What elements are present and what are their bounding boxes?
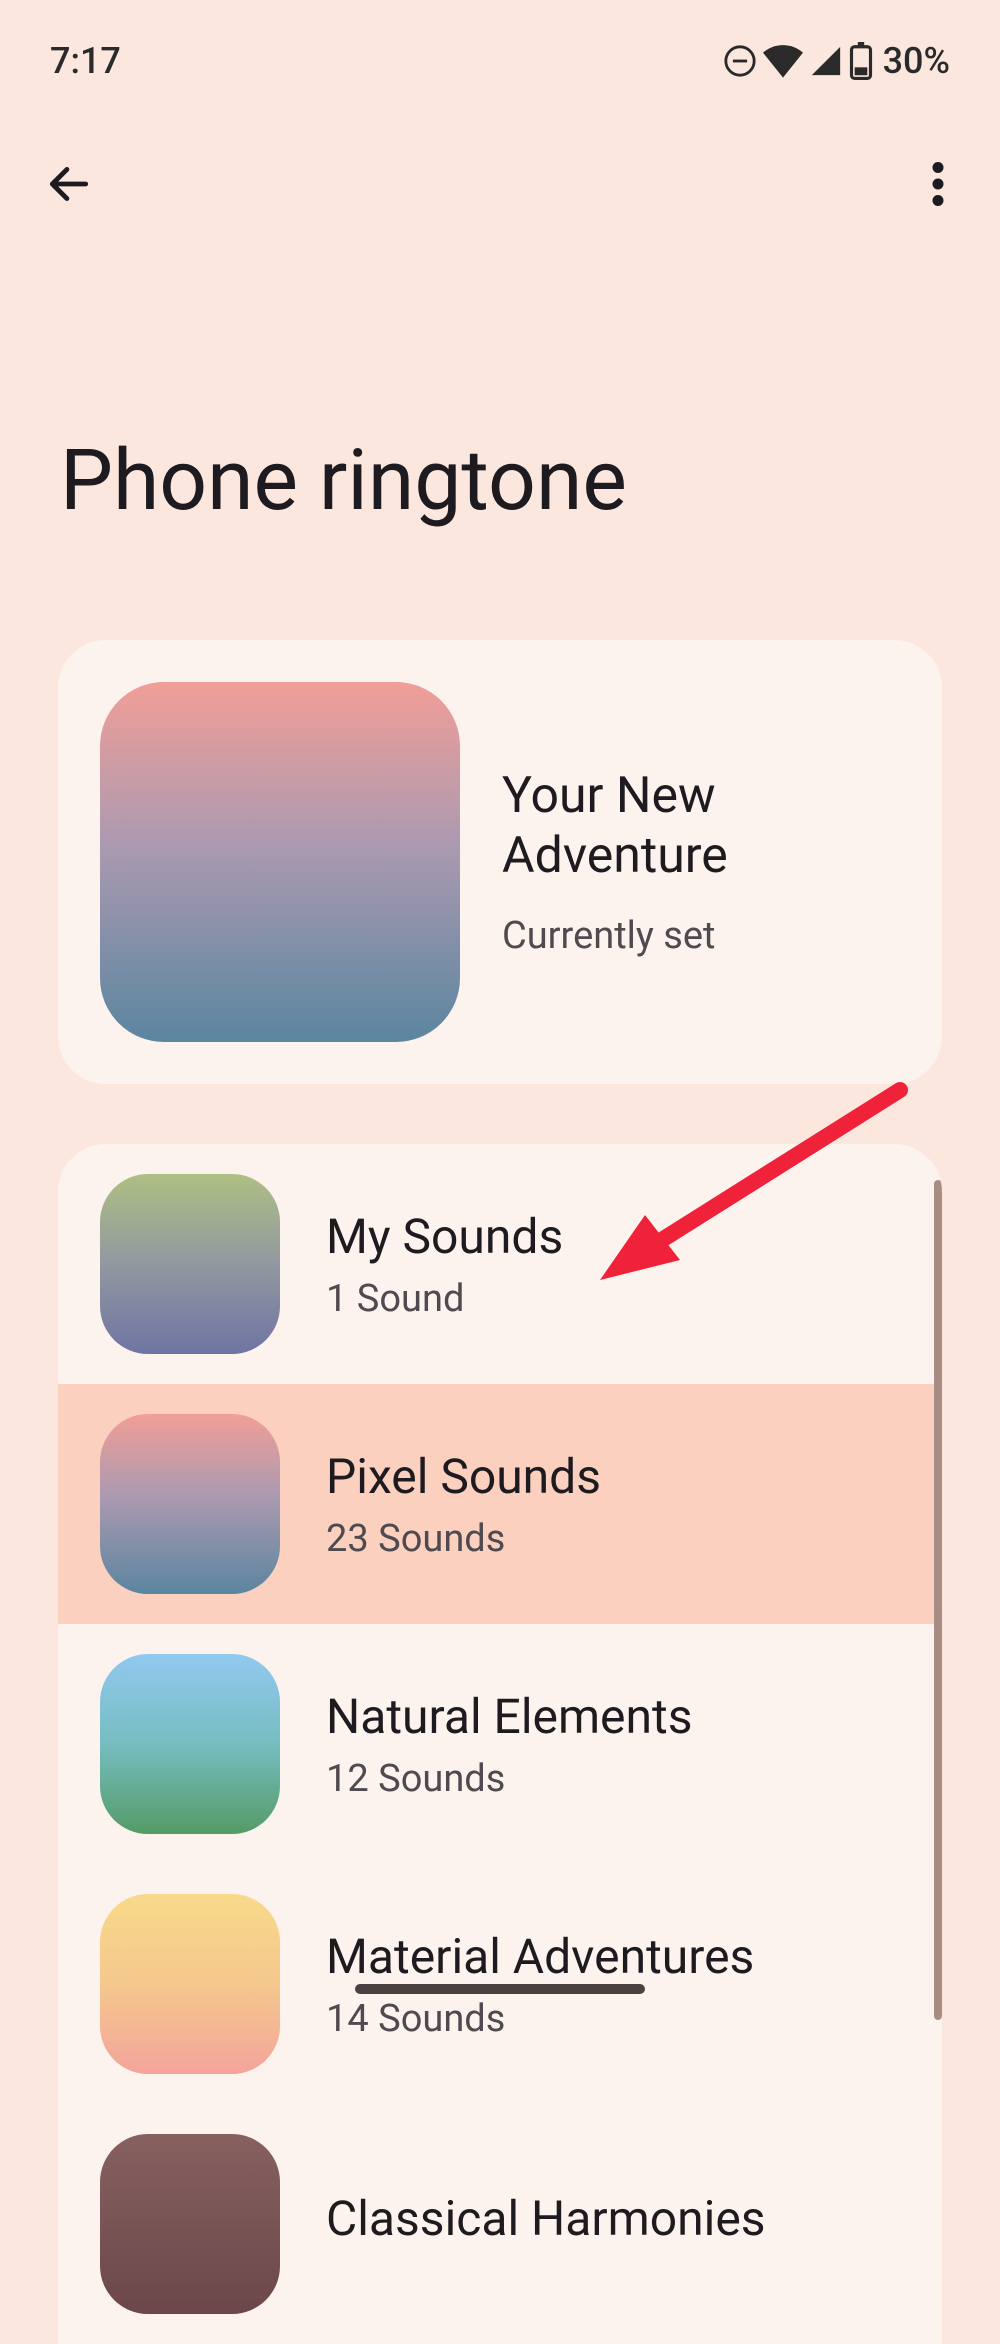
- status-bar: 7:17 30%: [0, 0, 1000, 107]
- arrow-back-icon: [44, 159, 94, 209]
- category-classical-harmonies[interactable]: Classical Harmonies: [58, 2104, 942, 2344]
- current-title: Your New Adventure: [502, 766, 900, 886]
- category-subtitle: 1 Sound: [326, 1277, 563, 1321]
- category-list: My Sounds 1 Sound Pixel Sounds 23 Sounds…: [58, 1144, 942, 2344]
- wifi-icon: [763, 44, 803, 78]
- category-pixel-sounds[interactable]: Pixel Sounds 23 Sounds: [58, 1384, 942, 1624]
- status-icons: [723, 42, 873, 80]
- thumbnail-material-adventures: [100, 1894, 280, 2074]
- cellular-icon: [809, 44, 843, 78]
- more-vert-icon: [932, 162, 944, 206]
- thumbnail-pixel-sounds: [100, 1414, 280, 1594]
- status-right: 30%: [723, 40, 950, 82]
- page-title: Phone ringtone: [0, 261, 1000, 570]
- clock: 7:17: [50, 40, 121, 82]
- dnd-icon: [723, 44, 757, 78]
- category-title: My Sounds: [326, 1208, 563, 1265]
- category-title: Natural Elements: [326, 1688, 692, 1745]
- category-title: Pixel Sounds: [326, 1448, 601, 1505]
- current-ringtone-card[interactable]: Your New Adventure Currently set: [58, 640, 942, 1084]
- current-thumbnail: [100, 682, 460, 1042]
- thumbnail-classical-harmonies: [100, 2134, 280, 2314]
- current-text: Your New Adventure Currently set: [502, 766, 900, 958]
- back-button[interactable]: [42, 157, 96, 211]
- app-bar: [0, 107, 1000, 261]
- category-subtitle: 14 Sounds: [326, 1997, 754, 2041]
- battery-icon: [849, 42, 873, 80]
- nav-handle[interactable]: [355, 1984, 645, 1994]
- thumbnail-natural-elements: [100, 1654, 280, 1834]
- scrollbar[interactable]: [934, 1180, 942, 2020]
- category-subtitle: 23 Sounds: [326, 1517, 601, 1561]
- category-title: Material Adventures: [326, 1928, 754, 1985]
- current-subtitle: Currently set: [502, 914, 900, 958]
- category-my-sounds[interactable]: My Sounds 1 Sound: [58, 1144, 942, 1384]
- category-title: Classical Harmonies: [326, 2190, 766, 2247]
- category-natural-elements[interactable]: Natural Elements 12 Sounds: [58, 1624, 942, 1864]
- category-subtitle: 12 Sounds: [326, 1757, 692, 1801]
- battery-percent: 30%: [883, 40, 950, 82]
- more-button[interactable]: [918, 157, 958, 211]
- thumbnail-my-sounds: [100, 1174, 280, 1354]
